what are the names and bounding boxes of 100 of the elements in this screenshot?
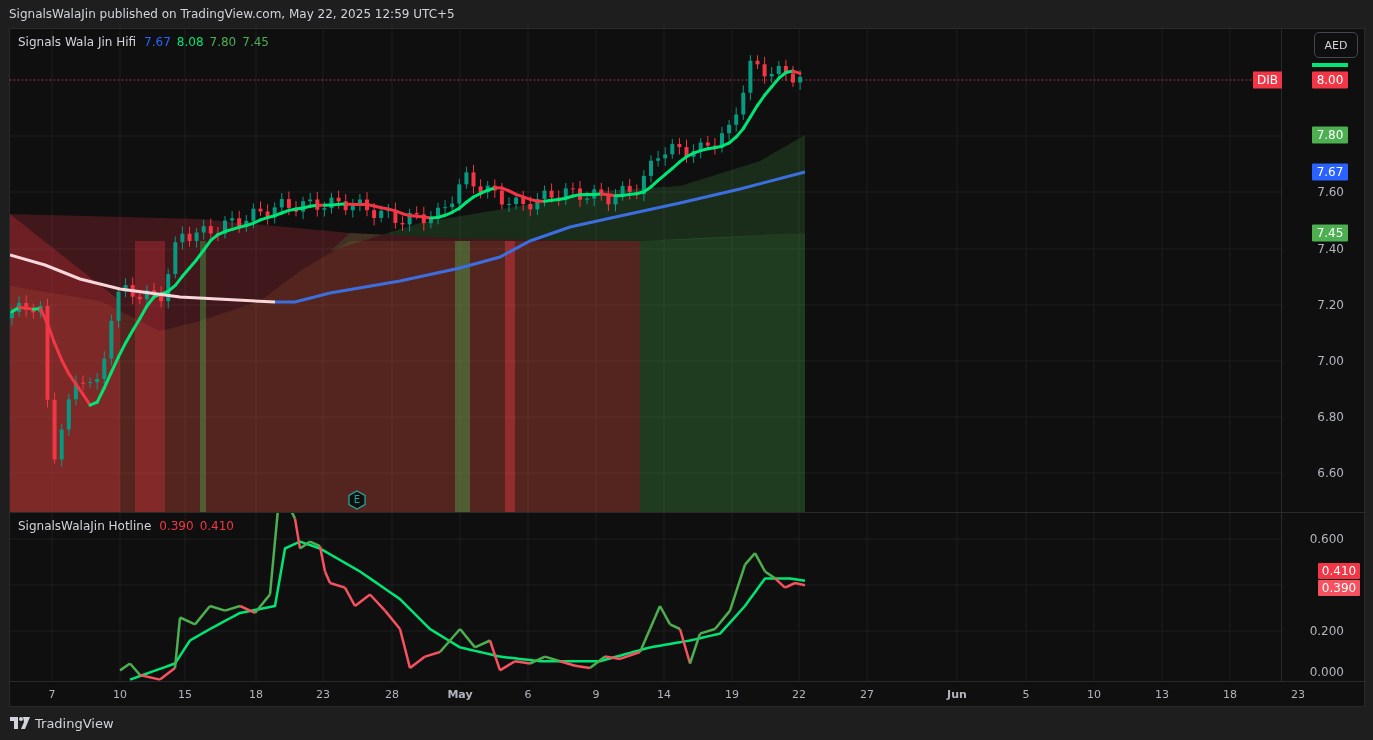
price-badge: 8.00 — [1312, 71, 1348, 89]
candlestick — [372, 202, 377, 226]
candlestick — [528, 196, 533, 217]
price-axis-label: 6.60 — [1317, 466, 1344, 480]
candlestick — [301, 196, 306, 220]
candlestick — [130, 277, 135, 305]
candlestick — [641, 169, 646, 202]
candlestick — [223, 215, 227, 240]
time-axis-label: 23 — [1291, 688, 1305, 701]
candlestick — [109, 313, 114, 367]
time-axis-label: May — [447, 688, 473, 701]
time-axis-label: Jun — [947, 688, 967, 701]
candlestick — [499, 182, 504, 210]
indicator-value: 8.08 — [176, 35, 204, 49]
time-axis-label: 10 — [113, 688, 127, 701]
indicator-value: 7.80 — [209, 35, 237, 49]
candlestick — [343, 193, 348, 216]
price-badge: 7.80 — [1312, 126, 1348, 144]
candlestick — [208, 218, 213, 240]
candlestick — [244, 214, 249, 233]
time-axis-label: 23 — [316, 688, 330, 701]
candlestick — [649, 154, 653, 184]
currency-button[interactable]: AED — [1314, 32, 1358, 58]
candlestick — [137, 290, 142, 305]
time-axis-label: 6 — [524, 688, 532, 701]
time-axis-label: 15 — [178, 688, 192, 701]
candlestick — [791, 65, 795, 88]
candlestick — [428, 210, 433, 229]
candlestick — [755, 54, 760, 70]
candlestick — [294, 200, 298, 217]
candlestick — [322, 201, 327, 218]
oscillator-axis-label: 0.600 — [1309, 532, 1344, 546]
time-axis-label: 5 — [1022, 688, 1030, 701]
candlestick — [407, 208, 412, 232]
candlestick — [24, 294, 29, 318]
candlestick — [286, 191, 291, 216]
indicator-title: SignalsWalaJin Hotline — [18, 519, 152, 533]
time-axis-label: 9 — [592, 688, 600, 701]
brand-name: TradingView — [35, 715, 114, 731]
candlestick — [258, 200, 263, 217]
candlestick — [521, 190, 526, 212]
candlestick — [570, 182, 575, 196]
candlestick — [95, 372, 100, 391]
candlestick — [187, 226, 192, 248]
candlestick — [386, 203, 391, 219]
candlestick — [563, 182, 568, 206]
candlestick — [421, 206, 426, 232]
candlestick — [542, 185, 547, 207]
indicator-value: 7.45 — [242, 35, 269, 49]
candlestick — [741, 84, 746, 121]
candlestick — [620, 180, 625, 202]
candlestick — [656, 150, 661, 167]
candlestick — [485, 180, 490, 200]
value-badge: 0.410 — [1318, 563, 1360, 579]
candlestick — [31, 303, 36, 320]
candlestick — [66, 393, 71, 437]
candlestick — [357, 193, 362, 212]
candlestick — [194, 227, 199, 249]
candlestick — [251, 202, 256, 229]
candlestick — [478, 178, 483, 199]
candlestick — [173, 235, 178, 279]
candlestick — [769, 66, 774, 84]
candlestick — [123, 277, 128, 298]
candlestick — [471, 164, 476, 195]
candlestick — [691, 143, 696, 164]
time-axis-label: 18 — [1223, 688, 1237, 701]
candlestick — [670, 138, 675, 160]
candlestick — [592, 184, 597, 207]
candlestick — [272, 201, 277, 224]
price-axis-label: 7.60 — [1317, 185, 1344, 199]
candlestick — [436, 202, 440, 225]
candlestick — [613, 188, 618, 212]
candlestick — [38, 300, 43, 319]
candlestick — [10, 307, 14, 327]
price-axis-label: 7.20 — [1317, 298, 1344, 312]
candlestick — [201, 219, 206, 241]
earnings-marker[interactable]: E — [348, 490, 366, 510]
price-axis-label: 7.00 — [1317, 354, 1344, 368]
candlestick — [329, 192, 334, 215]
time-axis-label: 19 — [725, 688, 739, 701]
candlestick — [400, 215, 405, 232]
candlestick — [73, 374, 78, 407]
candlestick — [457, 178, 462, 212]
time-axis-label: 18 — [249, 688, 263, 701]
publish-info: SignalsWalaJin published on TradingView.com, May 22, 2025 12:59 UTC+5 — [9, 7, 455, 21]
candlestick — [265, 203, 270, 226]
time-axis-label: 22 — [792, 688, 806, 701]
indicator-value: 0.410 — [199, 519, 234, 533]
candlestick — [336, 190, 341, 210]
time-axis-label: 13 — [1155, 688, 1169, 701]
candlestick — [507, 196, 511, 213]
candlestick — [748, 54, 753, 101]
price-badge: 7.67 — [1312, 163, 1348, 181]
candlestick — [59, 423, 64, 468]
candlestick — [152, 282, 156, 301]
candlestick — [556, 189, 561, 207]
candlestick — [634, 183, 639, 200]
price-badge: 7.45 — [1312, 224, 1348, 242]
symbol-label: DIB — [1253, 71, 1282, 89]
candlestick — [734, 106, 739, 133]
